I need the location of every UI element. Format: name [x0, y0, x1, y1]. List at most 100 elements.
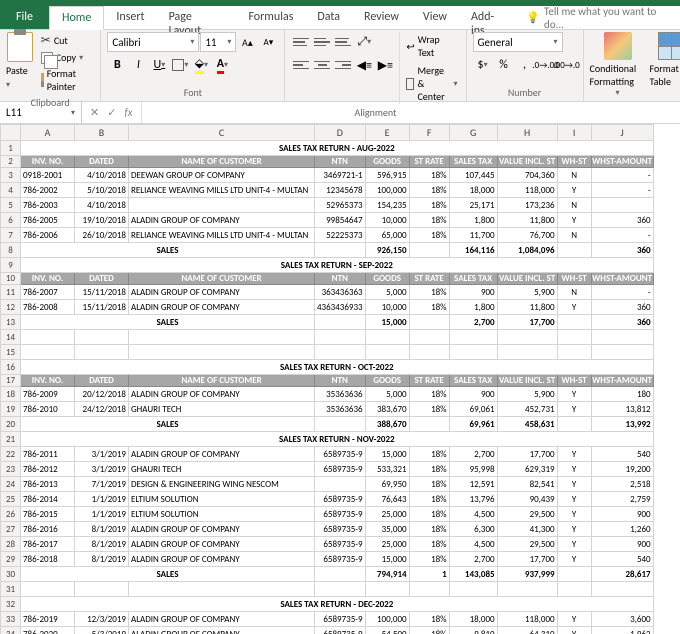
cell-ntn[interactable]: 6589735-9 [315, 462, 366, 477]
cell-inv[interactable]: 786-2012 [21, 462, 75, 477]
cell-whamt[interactable]: 1,260 [591, 522, 653, 537]
cell-tax[interactable]: 2,700 [449, 552, 497, 567]
cell-dated[interactable]: 8/1/2019 [75, 552, 129, 567]
cell-incl[interactable]: 704,360 [497, 168, 557, 183]
cell-incl[interactable]: 5,900 [497, 285, 557, 300]
cell-incl[interactable]: 82,541 [497, 477, 557, 492]
cell-incl[interactable]: 41,300 [497, 522, 557, 537]
cell-goods[interactable]: 100,000 [365, 612, 409, 627]
row-header-22[interactable]: 22 [1, 447, 21, 462]
cell-dated[interactable]: 15/11/2018 [75, 300, 129, 315]
cell-empty[interactable] [21, 345, 75, 360]
cell-ntn[interactable]: 35363636 [315, 402, 366, 417]
cell-tax[interactable]: 4,500 [449, 507, 497, 522]
cell-goods[interactable]: 69,950 [365, 477, 409, 492]
orientation-button[interactable]: ⤢▾ [354, 32, 374, 52]
cell-rate[interactable]: 18% [409, 228, 449, 243]
cell-empty[interactable] [591, 582, 653, 597]
cell-whamt[interactable]: 13,812 [591, 402, 653, 417]
underline-button[interactable]: U▾ [149, 55, 169, 75]
total-tax[interactable]: 2,700 [449, 315, 497, 330]
row-header-19[interactable]: 19 [1, 402, 21, 417]
row-header-29[interactable]: 29 [1, 552, 21, 567]
cell-empty[interactable] [129, 345, 315, 360]
cell[interactable] [315, 315, 366, 330]
cell-dated[interactable]: 5/10/2018 [75, 183, 129, 198]
cell-name[interactable]: ALADIN GROUP OF COMPANY [129, 447, 315, 462]
cell-tax[interactable]: 1,800 [449, 213, 497, 228]
cell-whst[interactable]: N [557, 228, 591, 243]
cut-button[interactable]: ✂Cut [38, 32, 95, 49]
cell-ntn[interactable]: 6589735-9 [315, 552, 366, 567]
cell-whst[interactable]: Y [557, 477, 591, 492]
cell-name[interactable]: ALADIN GROUP OF COMPANY [129, 627, 315, 634]
cell-empty[interactable] [497, 330, 557, 345]
cell-goods[interactable]: 65,000 [365, 228, 409, 243]
cells-grid[interactable]: ABCDEFGHIJ1SALES TAX RETURN - AUG-20222I… [0, 124, 654, 634]
font-name-select[interactable]: Calibri▾ [107, 32, 199, 52]
total-rate[interactable] [409, 315, 449, 330]
tab-data[interactable]: Data [305, 6, 352, 29]
grow-font-button[interactable]: A▴ [237, 32, 257, 52]
cell-inv[interactable]: 786-2007 [21, 285, 75, 300]
cell-whamt[interactable]: 900 [591, 507, 653, 522]
cell-whst[interactable]: Y [557, 537, 591, 552]
cell-name[interactable]: ALADIN GROUP OF COMPANY [129, 285, 315, 300]
cell-rate[interactable]: 18% [409, 183, 449, 198]
row-header-33[interactable]: 33 [1, 612, 21, 627]
align-middle-button[interactable] [312, 32, 332, 52]
cell-tax[interactable]: 95,998 [449, 462, 497, 477]
font-color-button[interactable]: A▾ [212, 55, 232, 75]
cell-ntn[interactable]: 6589735-9 [315, 447, 366, 462]
align-right-button[interactable] [333, 55, 353, 75]
cell-empty[interactable] [557, 582, 591, 597]
cell-name[interactable]: RELIANCE WEAVING MILLS LTD UNIT-4 - MULT… [129, 183, 315, 198]
cell-ntn[interactable]: 6589735-9 [315, 522, 366, 537]
cell-empty[interactable] [129, 582, 315, 597]
cell-goods[interactable]: 100,000 [365, 183, 409, 198]
cell-inv[interactable]: 786-2019 [21, 612, 75, 627]
row-header-1[interactable]: 1 [1, 141, 21, 156]
cell-dated[interactable]: 8/1/2019 [75, 537, 129, 552]
cell-goods[interactable]: 533,321 [365, 462, 409, 477]
row-header-15[interactable]: 15 [1, 345, 21, 360]
cell-inv[interactable]: 786-2018 [21, 552, 75, 567]
cell-whamt[interactable]: - [591, 228, 653, 243]
row-header-6[interactable]: 6 [1, 213, 21, 228]
cell-goods[interactable]: 596,915 [365, 168, 409, 183]
row-header-28[interactable]: 28 [1, 537, 21, 552]
cell[interactable] [557, 315, 591, 330]
cell-whamt[interactable] [591, 198, 653, 213]
cell-empty[interactable] [449, 582, 497, 597]
cell-empty[interactable] [365, 582, 409, 597]
cell-whamt[interactable]: 900 [591, 537, 653, 552]
col-header-F[interactable]: F [409, 125, 449, 141]
tab-formulas[interactable]: Formulas [236, 6, 305, 29]
cancel-icon[interactable]: ✕ [90, 106, 99, 119]
row-header-4[interactable]: 4 [1, 183, 21, 198]
cell-whst[interactable]: N [557, 198, 591, 213]
cell-empty[interactable] [365, 345, 409, 360]
col-header-J[interactable]: J [591, 125, 653, 141]
cell-whamt[interactable]: - [591, 285, 653, 300]
bold-button[interactable]: B [107, 55, 127, 75]
fill-color-button[interactable]: ⬙▾ [191, 55, 211, 75]
cell-incl[interactable]: 173,236 [497, 198, 557, 213]
row-header-20[interactable]: 20 [1, 417, 21, 432]
cell-whst[interactable]: Y [557, 492, 591, 507]
row-header-27[interactable]: 27 [1, 522, 21, 537]
cell-empty[interactable] [75, 582, 129, 597]
conditional-formatting-button[interactable]: Conditional Formatting▾ [590, 32, 646, 98]
row-header-25[interactable]: 25 [1, 492, 21, 507]
cell-tax[interactable]: 1,800 [449, 300, 497, 315]
cell-name[interactable]: GHAURI TECH [129, 402, 315, 417]
cell-name[interactable]: ALADIN GROUP OF COMPANY [129, 522, 315, 537]
cell-whst[interactable]: Y [557, 522, 591, 537]
cell-inv[interactable]: 786-2006 [21, 228, 75, 243]
cell-empty[interactable] [449, 330, 497, 345]
cell-dated[interactable]: 20/12/2018 [75, 387, 129, 402]
total-tax[interactable]: 143,085 [449, 567, 497, 582]
cell-ntn[interactable]: 6589735-9 [315, 537, 366, 552]
row-header-11[interactable]: 11 [1, 285, 21, 300]
cell-whst[interactable]: Y [557, 612, 591, 627]
